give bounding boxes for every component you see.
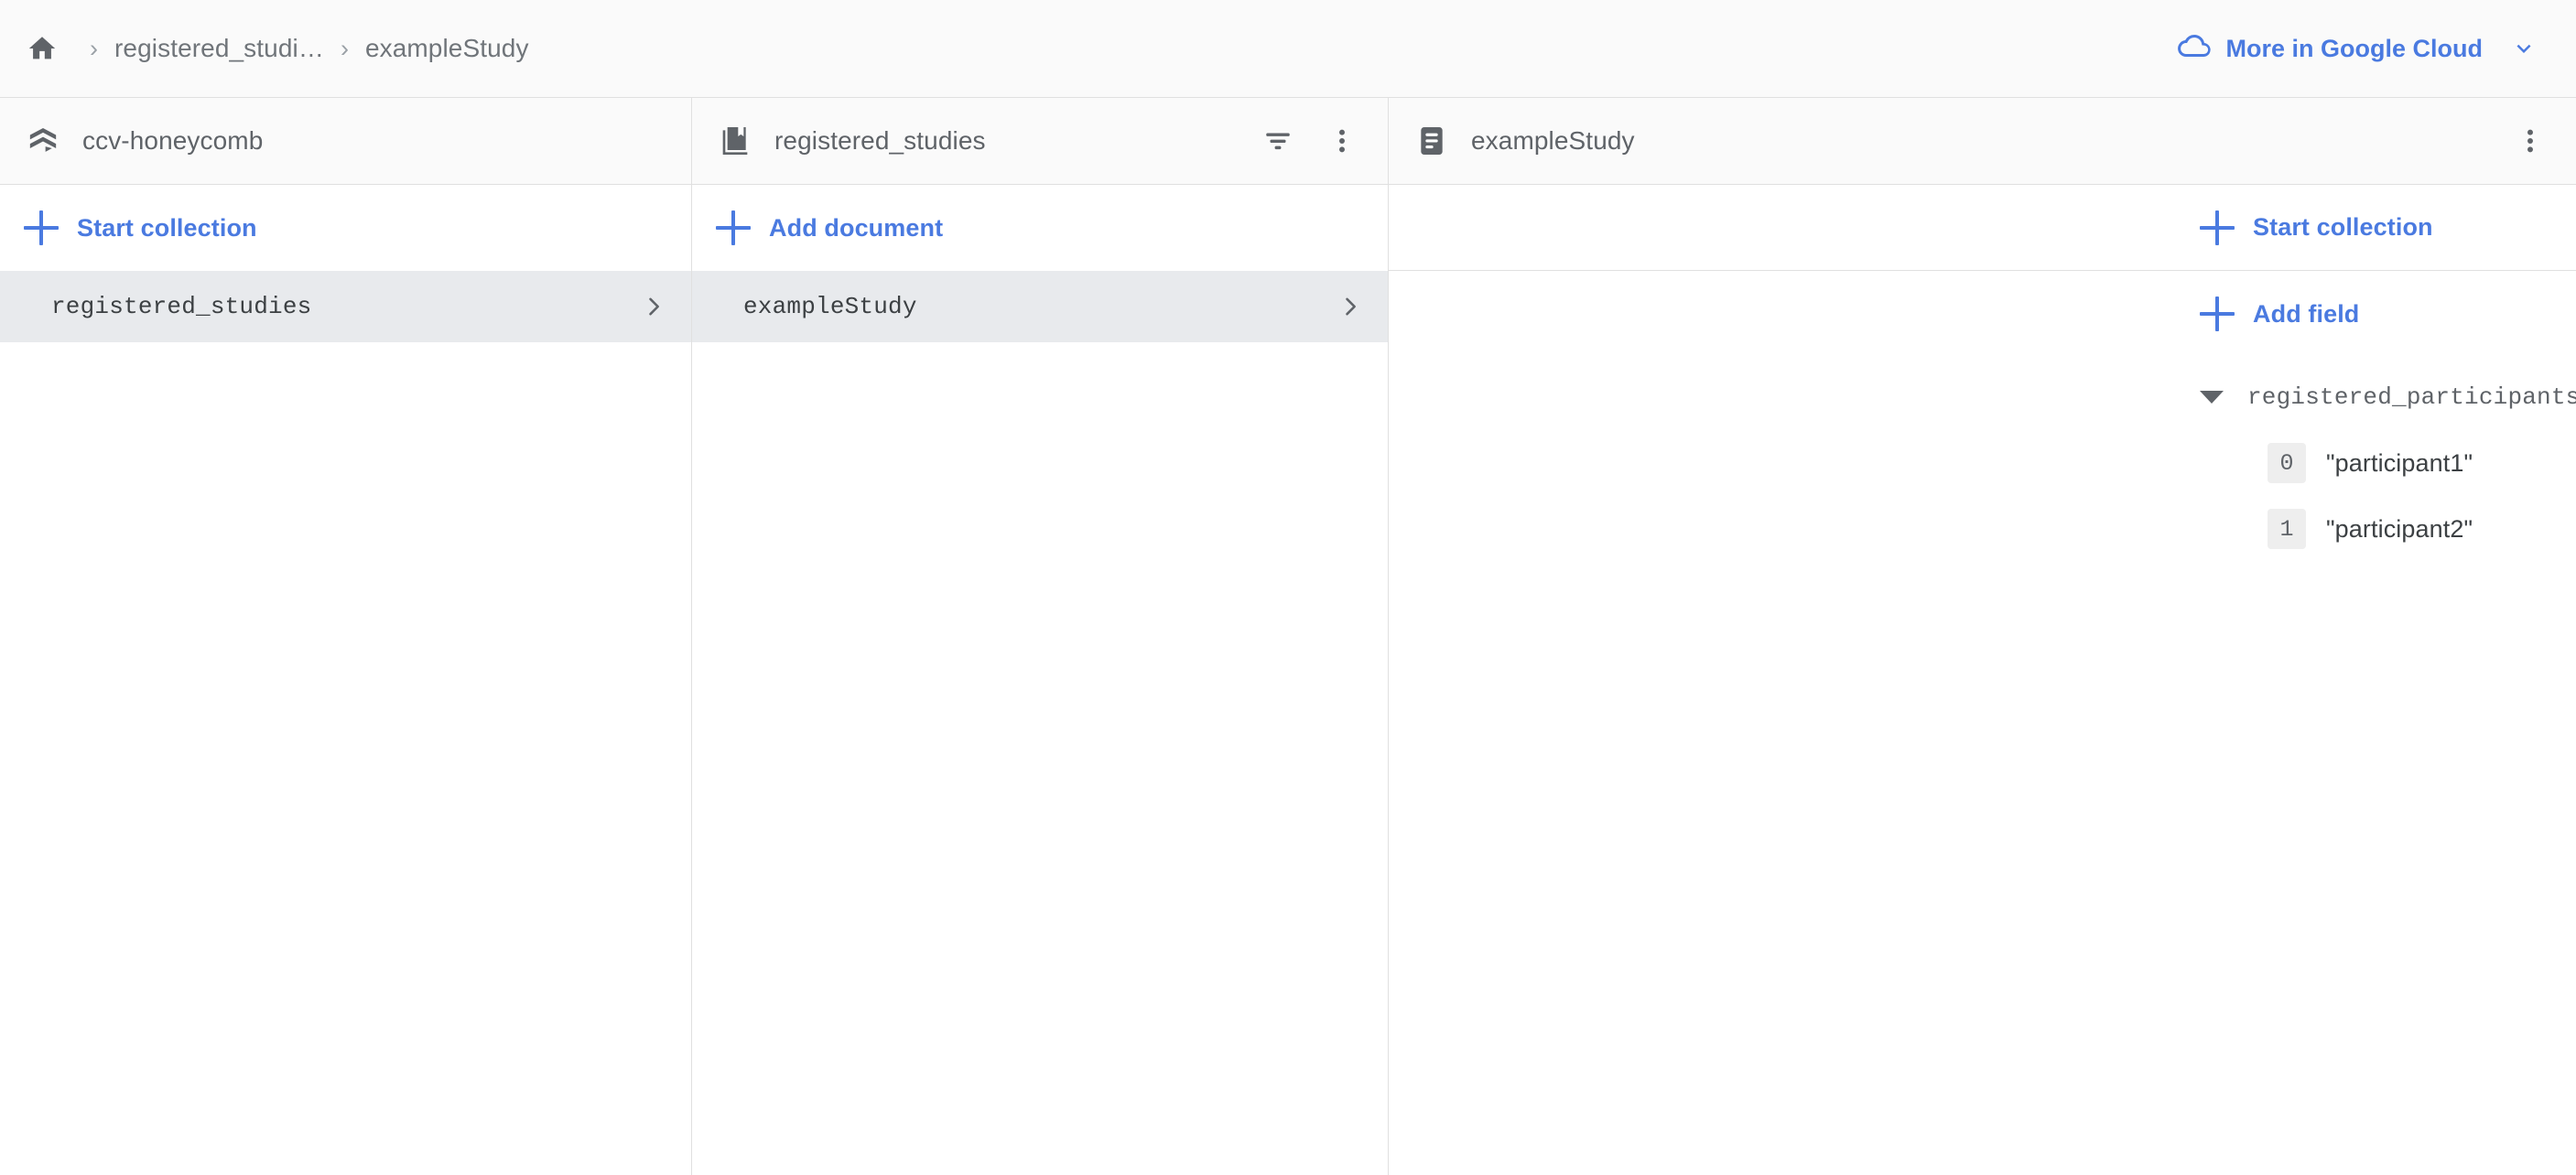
collection-panel-header: registered_studies <box>692 98 1388 185</box>
plus-icon <box>24 210 59 245</box>
breadcrumb: › registered_studi… › exampleStudy <box>24 30 2177 67</box>
cloud-icon <box>2177 32 2212 66</box>
add-document-button[interactable]: Add document <box>692 185 1388 271</box>
breadcrumb-item-document[interactable]: exampleStudy <box>365 34 529 63</box>
database-panel-title: ccv-honeycomb <box>82 126 264 155</box>
collection-panel: registered_studies Add document exampleS… <box>692 98 1389 1175</box>
array-index: 1 <box>2268 509 2306 549</box>
more-in-google-cloud-button[interactable]: More in Google Cloud <box>2177 32 2538 66</box>
array-value: "participant2" <box>2326 514 2473 543</box>
start-collection-button[interactable]: Start collection <box>0 185 691 271</box>
chevron-right-icon <box>1337 293 1364 320</box>
field-name: registered_participants <box>2247 383 2576 411</box>
document-panel-title: exampleStudy <box>1471 126 1635 155</box>
add-field-label: Add field <box>2253 299 2360 328</box>
firestore-icon <box>24 122 62 160</box>
triangle-down-icon[interactable] <box>2200 391 2224 404</box>
breadcrumb-separator-1: › <box>90 34 98 62</box>
breadcrumb-bar: › registered_studi… › exampleStudy More … <box>0 0 2576 98</box>
list-item[interactable]: exampleStudy <box>692 271 1388 342</box>
breadcrumb-item-collection[interactable]: registered_studi… <box>114 34 324 63</box>
start-collection-button[interactable]: Start collection <box>1389 185 2576 271</box>
chevron-right-icon <box>640 293 667 320</box>
array-item[interactable]: 1 "participant2" <box>1389 496 2576 562</box>
array-index: 0 <box>2268 443 2306 483</box>
document-header-actions <box>2510 121 2550 161</box>
plus-icon <box>2200 296 2235 331</box>
array-value: "participant1" <box>2326 448 2473 477</box>
start-collection-label: Start collection <box>2253 213 2433 241</box>
firestore-data-panels: ccv-honeycomb Start collection registere… <box>0 98 2576 1175</box>
more-in-google-cloud-label: More in Google Cloud <box>2225 34 2483 62</box>
collection-name: registered_studies <box>51 293 312 320</box>
array-item[interactable]: 0 "participant1" <box>1389 430 2576 496</box>
add-field-button[interactable]: Add field <box>1389 271 2576 357</box>
plus-icon <box>716 210 751 245</box>
breadcrumb-separator-2: › <box>340 34 349 62</box>
list-item[interactable]: registered_studies <box>0 271 691 342</box>
collection-panel-title: registered_studies <box>774 126 986 155</box>
document-name: exampleStudy <box>743 293 917 320</box>
field-row[interactable]: registered_participants <box>1389 364 2576 430</box>
database-panel-header: ccv-honeycomb <box>0 98 691 185</box>
start-collection-label: Start collection <box>77 213 257 242</box>
chevron-down-icon <box>2510 35 2538 62</box>
more-vert-icon[interactable] <box>1322 121 1362 161</box>
plus-icon <box>2200 210 2235 245</box>
collection-icon <box>716 122 754 160</box>
document-icon <box>1412 122 1451 160</box>
document-panel: exampleStudy Start collection Add field <box>1389 98 2576 1175</box>
field-tree: registered_participants 0 "participant1"… <box>1389 357 2576 562</box>
filter-icon[interactable] <box>1258 121 1298 161</box>
home-icon[interactable] <box>24 30 60 67</box>
database-panel: ccv-honeycomb Start collection registere… <box>0 98 692 1175</box>
collection-header-actions <box>1258 121 1362 161</box>
add-document-label: Add document <box>769 213 944 242</box>
more-vert-icon[interactable] <box>2510 121 2550 161</box>
document-panel-header: exampleStudy <box>1389 98 2576 185</box>
